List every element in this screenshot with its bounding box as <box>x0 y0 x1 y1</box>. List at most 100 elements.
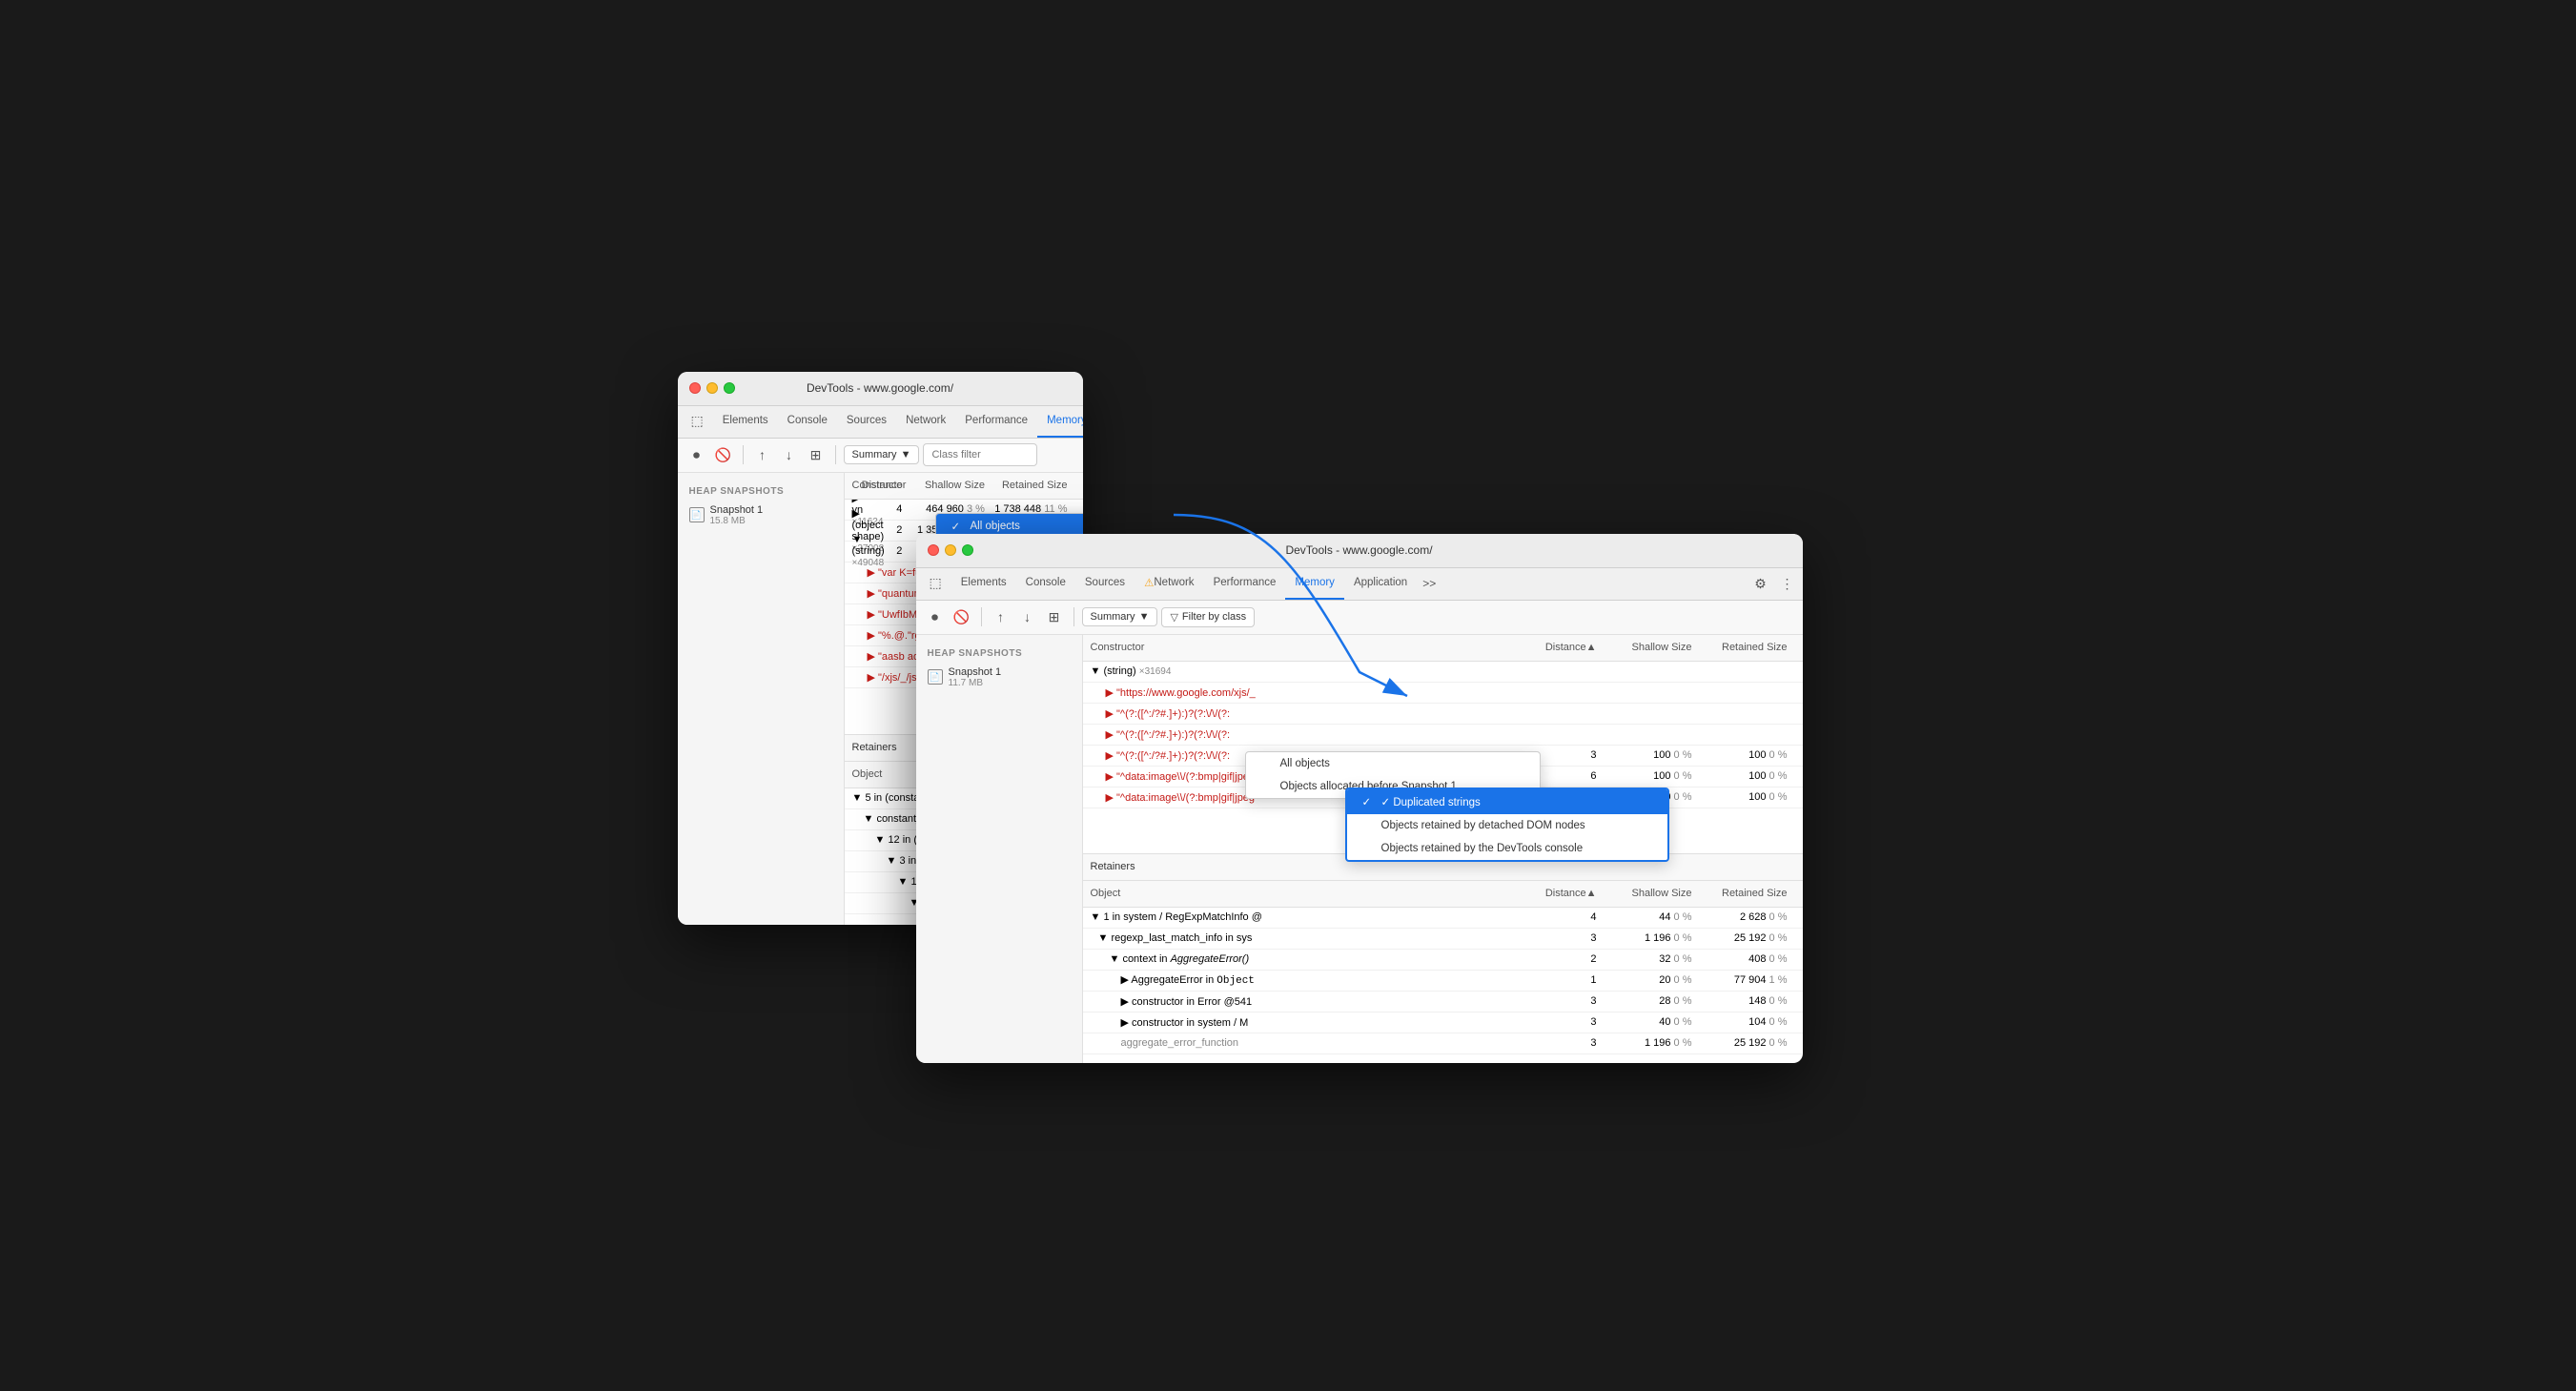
collect-btn-back[interactable]: ⊞ <box>805 443 828 466</box>
front-dd1-all-label: All objects <box>1280 758 1330 769</box>
tab-elements-front[interactable]: Elements <box>951 568 1016 600</box>
front-row-str-3[interactable]: ▶ "^(?:([^:/?#.]+):)?(?:\/\/(?: <box>1083 725 1803 746</box>
clear-btn-back[interactable]: 🚫 <box>712 443 735 466</box>
tab-memory-front[interactable]: Memory <box>1285 568 1344 600</box>
front-str-4-shallow: 100 0 % <box>1605 749 1700 761</box>
tab-console-front[interactable]: Console <box>1016 568 1075 600</box>
download-btn-back[interactable]: ↓ <box>778 443 801 466</box>
front-ret-2-dist: 3 <box>1528 932 1605 944</box>
maximize-button-back[interactable] <box>724 382 735 394</box>
col-header-shallow-front: Shallow Size <box>1605 642 1700 653</box>
class-filter-input-back[interactable] <box>923 443 1037 466</box>
ret-col-shallow-front: Shallow Size <box>1605 888 1700 899</box>
record-btn-front[interactable]: ⏺ <box>924 605 947 628</box>
front-ret-5-shallow: 28 0 % <box>1605 995 1700 1007</box>
upload-btn-front[interactable]: ↑ <box>990 605 1012 628</box>
minimize-button-front[interactable] <box>945 544 956 556</box>
front-row-str-2[interactable]: ▶ "^(?:([^:/?#.]+):)?(?:\/\/(?: <box>1083 704 1803 725</box>
retainers-title-front: Retainers <box>1091 861 1135 872</box>
sidebar-snapshot-1-back[interactable]: 📄 Snapshot 1 15.8 MB <box>678 501 844 530</box>
front-ret-row-4[interactable]: ▶ AggregateError in Object 1 20 0 % 77 9… <box>1083 971 1803 992</box>
traffic-lights-front <box>928 544 973 556</box>
clear-btn-front[interactable]: 🚫 <box>951 605 973 628</box>
front-row-string[interactable]: ▼ (string) ×31694 <box>1083 662 1803 683</box>
tab-console-back[interactable]: Console <box>778 406 837 438</box>
front-ret-6-name: ▶ constructor in system / M <box>1121 1016 1528 1029</box>
tab-network-back[interactable]: Network <box>896 406 955 438</box>
tab-sources-back[interactable]: Sources <box>837 406 896 438</box>
front-ret-row-2[interactable]: ▼ regexp_last_match_info in sys 3 1 196 … <box>1083 929 1803 950</box>
table-header-front: Constructor Distance▲ Shallow Size Retai… <box>1083 635 1803 662</box>
front-ret-6-retained: 104 0 % <box>1700 1016 1795 1028</box>
front-row-str-1[interactable]: ▶ "https://www.google.com/xjs/_ <box>1083 683 1803 704</box>
record-btn-back[interactable]: ⏺ <box>685 443 708 466</box>
settings-icon-front[interactable]: ⚙ <box>1749 572 1772 595</box>
front-ret-row-3[interactable]: ▼ context in AggregateError() 2 32 0 % 4… <box>1083 950 1803 971</box>
row-yn-distance: 4 <box>852 503 910 515</box>
front-ret-3-name: ▼ context in AggregateError() <box>1110 953 1528 965</box>
col-header-constructor-front: Constructor <box>1091 642 1538 653</box>
more-tabs-front[interactable]: >> <box>1417 568 1441 600</box>
dropdown-arrow-front: ▼ <box>1139 611 1150 623</box>
sidebar-snapshot-1-front[interactable]: 📄 Snapshot 1 11.7 MB <box>916 663 1082 692</box>
front-ret-row-1[interactable]: ▼ 1 in system / RegExpMatchInfo @ 4 44 0… <box>1083 908 1803 929</box>
tab-performance-back[interactable]: Performance <box>955 406 1037 438</box>
tab-network-front[interactable]: ⚠ Network <box>1135 568 1204 600</box>
divider-1-back <box>743 445 744 464</box>
front-ret-4-dist: 1 <box>1528 974 1605 986</box>
summary-dropdown-front[interactable]: Summary ▼ <box>1082 607 1158 626</box>
table-header-back: Constructor Distance Shallow Size Retain… <box>845 473 1083 500</box>
divider-2-front <box>1073 607 1074 626</box>
toolbar-back: ⏺ 🚫 ↑ ↓ ⊞ Summary ▼ <box>678 439 1083 473</box>
divider-2-back <box>835 445 836 464</box>
snapshot-name-front: Snapshot 1 <box>949 666 1002 678</box>
close-button-front[interactable] <box>928 544 939 556</box>
tab-memory-back[interactable]: Memory <box>1037 406 1082 438</box>
sidebar-section-title-back: HEAP SNAPSHOTS <box>678 482 844 501</box>
sidebar-back: HEAP SNAPSHOTS 📄 Snapshot 1 15.8 MB <box>678 473 845 925</box>
tab-performance-front[interactable]: Performance <box>1204 568 1286 600</box>
close-button-back[interactable] <box>689 382 701 394</box>
front-ret-row-7[interactable]: aggregate_error_function 3 1 196 0 % 25 … <box>1083 1033 1803 1054</box>
filter-by-class-btn[interactable]: ▽ Filter by class <box>1161 607 1255 627</box>
all-objects-label: All objects <box>971 521 1020 532</box>
front-str-5-shallow: 100 0 % <box>1605 770 1700 782</box>
devtools-window-front: DevTools - www.google.com/ ⬚ Elements Co… <box>916 534 1803 1063</box>
tab-inspector-back[interactable]: ⬚ <box>682 406 713 438</box>
front-dd2-dup-label: ✓ Duplicated strings <box>1381 795 1481 808</box>
snapshot-icon-back: 📄 <box>689 507 705 522</box>
front-ret-row-6[interactable]: ▶ constructor in system / M 3 40 0 % 104… <box>1083 1013 1803 1033</box>
front-str-4-dist: 3 <box>1538 749 1605 761</box>
window-title-front: DevTools - www.google.com/ <box>1285 543 1432 557</box>
summary-dropdown-back[interactable]: Summary ▼ <box>844 445 920 464</box>
front-dd1-all-objects[interactable]: All objects <box>1246 752 1540 775</box>
front-ret-7-dist: 3 <box>1528 1037 1605 1049</box>
tab-sources-front[interactable]: Sources <box>1075 568 1135 600</box>
front-dd2-console-label: Objects retained by the DevTools console <box>1381 843 1584 854</box>
snapshot-name-back: Snapshot 1 <box>710 504 764 516</box>
collect-btn-front[interactable]: ⊞ <box>1043 605 1066 628</box>
snapshot-info-front: Snapshot 1 11.7 MB <box>949 666 1002 688</box>
front-ret-row-5[interactable]: ▶ constructor in Error @541 3 28 0 % 148… <box>1083 992 1803 1013</box>
front-ret-1-shallow: 44 0 % <box>1605 911 1700 923</box>
download-btn-front[interactable]: ↓ <box>1016 605 1039 628</box>
tab-application-front[interactable]: Application <box>1344 568 1417 600</box>
divider-1-front <box>981 607 982 626</box>
front-dd2-detached[interactable]: Objects retained by detached DOM nodes <box>1347 814 1667 837</box>
front-str-3-name: ▶ "^(?:([^:/?#.]+):)?(?:\/\/(?: <box>1106 728 1795 741</box>
tab-inspector-front[interactable]: ⬚ <box>920 568 951 600</box>
front-dd2-console[interactable]: Objects retained by the DevTools console <box>1347 837 1667 860</box>
tab-elements-back[interactable]: Elements <box>713 406 778 438</box>
maximize-button-front[interactable] <box>962 544 973 556</box>
ret-col-dist-front: Distance▲ <box>1528 888 1605 899</box>
col-header-retained-back: Retained Size <box>992 480 1075 491</box>
upload-btn-back[interactable]: ↑ <box>751 443 774 466</box>
front-str-5-dist: 6 <box>1538 770 1605 782</box>
more-icon-front[interactable]: ⋮ <box>1776 572 1799 595</box>
content-area-front: HEAP SNAPSHOTS 📄 Snapshot 1 11.7 MB Cons… <box>916 635 1803 1063</box>
front-ret-4-retained: 77 904 1 % <box>1700 974 1795 986</box>
snapshot-info-back: Snapshot 1 15.8 MB <box>710 504 764 526</box>
minimize-button-back[interactable] <box>706 382 718 394</box>
front-ret-5-name: ▶ constructor in Error @541 <box>1121 995 1528 1008</box>
front-dd2-duplicated[interactable]: ✓ ✓ Duplicated strings <box>1347 789 1667 814</box>
